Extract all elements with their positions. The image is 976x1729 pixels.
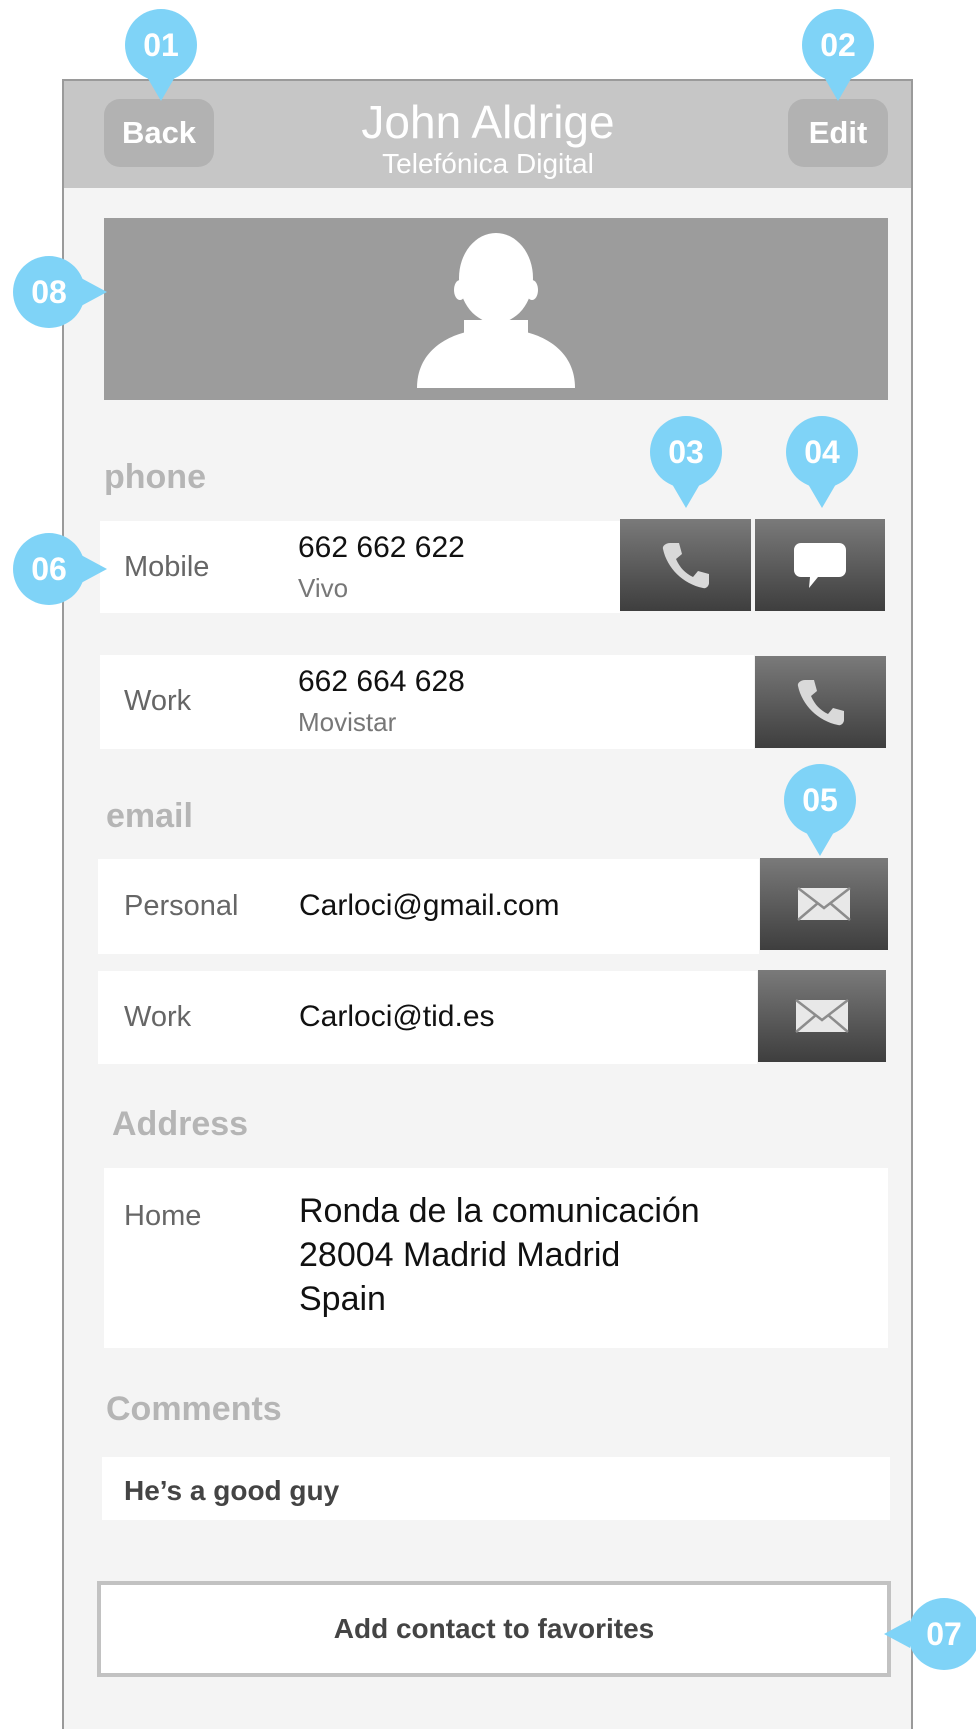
phone-carrier: Movistar xyxy=(298,707,397,737)
annotation-06: 06 xyxy=(13,533,85,605)
message-mobile-button[interactable] xyxy=(755,519,885,611)
email-label: Work xyxy=(124,1001,192,1033)
envelope-icon xyxy=(795,999,849,1033)
email-row-work[interactable]: Work Carloci@tid.es xyxy=(98,971,757,1064)
email-section-heading: email xyxy=(106,797,193,835)
comment-row[interactable]: He’s a good guy xyxy=(102,1457,890,1520)
annotation-07-pointer xyxy=(884,1620,910,1648)
annotation-05-pointer xyxy=(806,832,834,856)
annotation-05: 05 xyxy=(784,764,856,836)
phone-section-heading: phone xyxy=(104,458,206,496)
mail-personal-button[interactable] xyxy=(760,858,888,950)
address-label: Home xyxy=(124,1200,202,1232)
annotation-03-pointer xyxy=(672,484,700,508)
email-row-personal[interactable]: Personal Carloci@gmail.com xyxy=(98,859,759,954)
address-line-2: 28004 Madrid Madrid xyxy=(299,1236,621,1274)
speech-bubble-icon xyxy=(794,543,846,588)
edit-button[interactable]: Edit xyxy=(788,99,888,167)
annotation-08: 08 xyxy=(13,256,85,328)
address-line-1: Ronda de la comunicación xyxy=(299,1192,700,1230)
annotation-03: 03 xyxy=(650,416,722,488)
annotation-06-pointer xyxy=(81,555,107,583)
contact-photo[interactable] xyxy=(104,218,888,400)
phone-carrier: Vivo xyxy=(298,573,349,603)
annotation-08-pointer xyxy=(81,278,107,306)
phone-number: 662 662 622 xyxy=(298,531,465,564)
person-silhouette-icon xyxy=(417,233,575,388)
phone-label: Mobile xyxy=(124,551,210,583)
phone-icon xyxy=(662,543,709,589)
address-line-3: Spain xyxy=(299,1280,386,1318)
mail-work-button[interactable] xyxy=(758,970,886,1062)
email-address: Carloci@gmail.com xyxy=(299,889,560,922)
annotation-04-pointer xyxy=(808,484,836,508)
phone-label: Work xyxy=(124,685,192,717)
envelope-icon xyxy=(797,887,851,921)
phone-number: 662 664 628 xyxy=(298,665,465,698)
phone-row-work[interactable]: Work 662 664 628 Movistar xyxy=(100,655,754,749)
phone-row-mobile[interactable]: Mobile 662 662 622 Vivo xyxy=(100,521,620,613)
annotation-04: 04 xyxy=(786,416,858,488)
back-button[interactable]: Back xyxy=(104,99,214,167)
contact-name: John Aldrige xyxy=(361,96,615,148)
address-section-heading: Address xyxy=(112,1105,249,1143)
contact-company: Telefónica Digital xyxy=(382,148,594,179)
comments-section-heading: Comments xyxy=(106,1390,282,1428)
call-work-button[interactable] xyxy=(755,656,886,748)
annotation-01-pointer xyxy=(147,77,175,101)
annotation-01: 01 xyxy=(125,9,197,81)
annotation-02-pointer xyxy=(824,77,852,101)
email-address: Carloci@tid.es xyxy=(299,1000,495,1033)
email-label: Personal xyxy=(124,890,239,922)
call-mobile-button[interactable] xyxy=(620,519,751,611)
annotation-07: 07 xyxy=(908,1598,976,1670)
phone-icon xyxy=(797,680,844,726)
add-to-favorites-button[interactable]: Add contact to favorites xyxy=(97,1581,891,1677)
comment-text: He’s a good guy xyxy=(124,1475,340,1506)
annotation-02: 02 xyxy=(802,9,874,81)
address-row-home[interactable]: Home Ronda de la comunicación 28004 Madr… xyxy=(104,1168,888,1348)
